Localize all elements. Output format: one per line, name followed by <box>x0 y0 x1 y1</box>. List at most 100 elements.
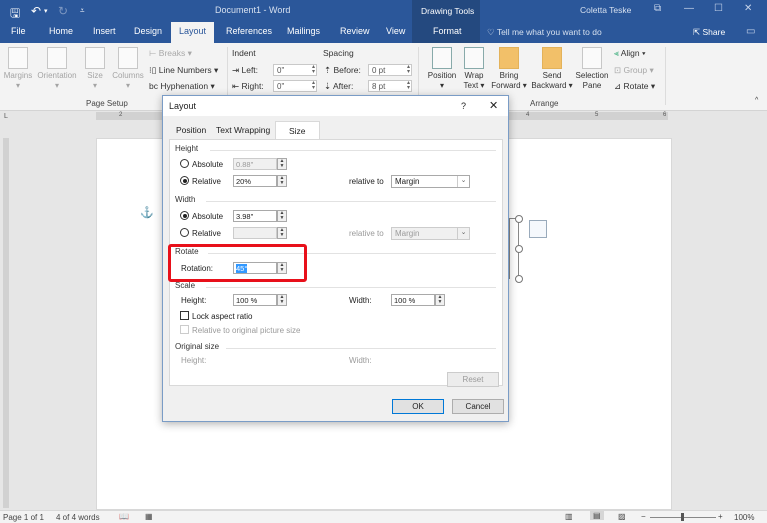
tab-mailings[interactable]: Mailings <box>287 26 320 36</box>
comments-icon[interactable]: ▭ <box>746 26 755 37</box>
selection-pane-button[interactable]: Selection Pane <box>574 47 610 91</box>
cancel-button[interactable]: Cancel <box>452 399 504 414</box>
tab-references[interactable]: References <box>226 26 272 36</box>
width-relative-spinner[interactable]: ▲ ▼ <box>277 227 287 239</box>
resize-handle[interactable] <box>515 275 523 283</box>
original-height-label: Height: <box>181 356 207 365</box>
spin-icon[interactable]: ▴ ▾ <box>407 80 410 91</box>
height-relative-input[interactable]: 20% <box>233 175 277 187</box>
undo-icon[interactable]: ↶ <box>31 4 41 18</box>
print-layout-icon[interactable]: ▤ <box>590 511 604 520</box>
ruler-mark: 4 <box>526 112 530 118</box>
word-count[interactable]: 4 of 4 words <box>56 513 100 522</box>
undo-dropdown-icon[interactable]: ▾ <box>44 7 48 15</box>
tab-insert[interactable]: Insert <box>93 26 116 36</box>
ribbon-display-icon[interactable]: ⧉ <box>654 3 661 14</box>
rotate-button[interactable]: ⊿ Rotate ▾ <box>614 81 655 92</box>
width-absolute-spinner[interactable]: ▲ ▼ <box>277 210 287 222</box>
position-button[interactable]: Position ▾ <box>425 47 459 91</box>
columns-button[interactable]: Columns ▾ <box>110 47 146 91</box>
right-text: Right: <box>241 81 264 91</box>
read-mode-icon[interactable]: ▥ <box>565 512 573 521</box>
wrap-text-button[interactable]: Wrap Text ▾ <box>462 47 486 91</box>
resize-handle[interactable] <box>515 215 523 223</box>
bring-forward-button[interactable]: Bring Forward ▾ <box>490 47 528 91</box>
orientation-button[interactable]: Orientation ▾ <box>35 47 79 91</box>
margins-icon <box>8 47 28 69</box>
height-absolute-radio[interactable]: Absolute <box>180 159 223 169</box>
collapse-ribbon-icon[interactable]: ^ <box>755 97 758 104</box>
margins-button[interactable]: Margins ▾ <box>2 47 34 91</box>
macro-icon[interactable]: ▦ <box>145 512 153 521</box>
tell-me-search[interactable]: ♡ Tell me what you want to do <box>487 27 602 38</box>
width-absolute-input[interactable]: 3.98" <box>233 210 277 222</box>
spin-icon[interactable]: ▴ ▾ <box>407 64 410 75</box>
columns-label: Columns <box>112 71 144 80</box>
indent-left-input[interactable]: 0" ▴ ▾ <box>273 64 317 76</box>
dialog-titlebar: Layout ? ✕ <box>163 96 508 116</box>
redo-icon[interactable]: ↻ <box>58 4 68 18</box>
share-button[interactable]: ⇱ Share <box>693 27 725 38</box>
help-icon[interactable]: ? <box>461 101 466 111</box>
line-numbers-button[interactable]: ⁝▯ Line Numbers ▾ <box>149 65 218 76</box>
size-button[interactable]: Size ▾ <box>84 47 106 91</box>
proofing-icon[interactable]: 📖 <box>119 512 129 521</box>
minimize-icon[interactable]: — <box>684 3 694 14</box>
height-relative-spinner[interactable]: ▲ ▼ <box>277 175 287 187</box>
width-absolute-radio[interactable]: Absolute <box>180 211 223 221</box>
user-name[interactable]: Coletta Teske <box>580 5 631 15</box>
spacing-before-input[interactable]: 0 pt ▴ ▾ <box>368 64 412 76</box>
tab-file[interactable]: File <box>11 26 26 36</box>
group-button[interactable]: ⊡ Group ▾ <box>614 65 654 76</box>
scale-width-spinner[interactable]: ▲ ▼ <box>435 294 445 306</box>
tab-layout[interactable]: Layout <box>171 22 215 43</box>
indent-right-input[interactable]: 0" ▴ ▾ <box>273 80 317 92</box>
spin-icon[interactable]: ▴ ▾ <box>312 80 315 91</box>
dialog-close-icon[interactable]: ✕ <box>489 99 498 112</box>
reset-button[interactable]: Reset <box>447 372 499 387</box>
page-count[interactable]: Page 1 of 1 <box>3 513 44 522</box>
rotate-label: Rotate <box>623 81 649 91</box>
send-backward-button[interactable]: Send Backward ▾ <box>531 47 573 91</box>
layout-options-icon[interactable] <box>529 220 547 238</box>
scale-height-spinner[interactable]: ▲ ▼ <box>277 294 287 306</box>
height-absolute-input[interactable]: 0.88" <box>233 158 277 170</box>
tab-selector-icon[interactable]: L <box>4 113 8 120</box>
tab-review[interactable]: Review <box>340 26 370 36</box>
scale-width-input[interactable]: 100 % <box>391 294 435 306</box>
lock-aspect-ratio-checkbox[interactable]: Lock aspect ratio <box>180 311 252 321</box>
zoom-in-icon[interactable]: + <box>718 512 723 521</box>
resize-handle[interactable] <box>515 245 523 253</box>
tab-view[interactable]: View <box>386 26 405 36</box>
maximize-icon[interactable]: ☐ <box>714 3 723 14</box>
width-relative-input[interactable] <box>233 227 277 239</box>
height-absolute-spinner[interactable]: ▲ ▼ <box>277 158 287 170</box>
web-layout-icon[interactable]: ▨ <box>618 512 626 521</box>
width-relative-radio[interactable]: Relative <box>180 228 221 238</box>
spacing-after-input[interactable]: 8 pt ▴ ▾ <box>368 80 412 92</box>
relative-original-checkbox[interactable]: Relative to original picture size <box>180 325 301 335</box>
ok-button[interactable]: OK <box>392 399 444 414</box>
breaks-button[interactable]: ⊢ Breaks ▾ <box>149 48 192 59</box>
tab-design[interactable]: Design <box>134 26 162 36</box>
zoom-slider-thumb[interactable] <box>681 513 684 521</box>
hyphenation-button[interactable]: bc Hyphenation ▾ <box>149 81 215 92</box>
ruler-mark: 5 <box>595 112 599 118</box>
zoom-level[interactable]: 100% <box>734 513 754 522</box>
scale-height-input[interactable]: 100 % <box>233 294 277 306</box>
tab-home[interactable]: Home <box>49 26 73 36</box>
spin-icon[interactable]: ▴ ▾ <box>312 64 315 75</box>
width-relative-to-select[interactable]: Margin ⌄ <box>391 227 470 240</box>
zoom-out-icon[interactable]: − <box>641 512 646 521</box>
tab-size[interactable]: Size <box>275 121 320 139</box>
height-relative-radio[interactable]: Relative <box>180 176 221 186</box>
tab-format[interactable]: Format <box>433 26 462 36</box>
customize-qat-icon[interactable]: ⩡ <box>80 6 85 16</box>
tab-text-wrapping[interactable]: Text Wrapping <box>211 123 275 137</box>
scale-height-label: Height: <box>181 296 207 305</box>
tab-position[interactable]: Position <box>171 123 211 137</box>
vertical-ruler[interactable] <box>3 138 9 508</box>
height-relative-to-select[interactable]: Margin ⌄ <box>391 175 470 188</box>
close-icon[interactable]: ✕ <box>744 3 752 14</box>
align-button[interactable]: ⫷ Align ▾ <box>614 48 646 59</box>
